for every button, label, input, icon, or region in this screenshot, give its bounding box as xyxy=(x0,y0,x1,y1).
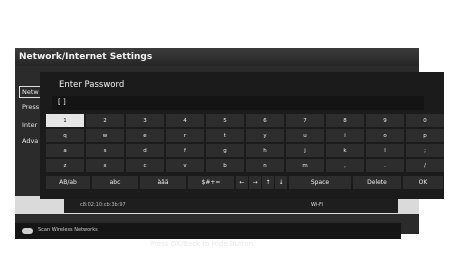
arrow-up-icon[interactable]: ↑ xyxy=(262,176,274,189)
dialog-title: Enter Password xyxy=(59,80,125,90)
key-0[interactable]: 0 xyxy=(406,114,444,127)
key-y[interactable]: y xyxy=(246,129,284,142)
key-g[interactable]: g xyxy=(206,144,244,157)
key-j[interactable]: j xyxy=(286,144,324,157)
menu-item-network[interactable]: Netw xyxy=(22,88,39,96)
hide-hint-text: Press OK/Back to Hide Button xyxy=(150,240,254,248)
mac-address: c8:02:10:cb:3b:97 xyxy=(80,202,126,208)
key-u[interactable]: u xyxy=(286,129,324,142)
key-6[interactable]: 6 xyxy=(246,114,284,127)
key-q[interactable]: q xyxy=(46,129,84,142)
key-c[interactable]: c xyxy=(126,159,164,172)
key-symbols[interactable]: $#+= xyxy=(188,176,234,189)
key-i[interactable]: i xyxy=(326,129,364,142)
key-n[interactable]: n xyxy=(246,159,284,172)
settings-title: Network/Internet Settings xyxy=(19,52,153,62)
key-m[interactable]: m xyxy=(286,159,324,172)
key-5[interactable]: 5 xyxy=(206,114,244,127)
key-2[interactable]: 2 xyxy=(86,114,124,127)
key-e[interactable]: e xyxy=(126,129,164,142)
key-ok[interactable]: OK xyxy=(403,176,443,189)
key-7[interactable]: 7 xyxy=(286,114,324,127)
scan-networks-label[interactable]: Scan Wireless Networks xyxy=(38,227,98,233)
key-l[interactable]: l xyxy=(366,144,404,157)
key-case-toggle[interactable]: AB/ab xyxy=(46,176,90,189)
key-abc[interactable]: abc xyxy=(92,176,138,189)
key-8[interactable]: 8 xyxy=(326,114,364,127)
key-v[interactable]: v xyxy=(166,159,204,172)
key-accents[interactable]: àâä xyxy=(140,176,186,189)
key-slash[interactable]: / xyxy=(406,159,444,172)
key-a[interactable]: a xyxy=(46,144,84,157)
key-1[interactable]: 1 xyxy=(46,114,84,127)
key-s[interactable]: s xyxy=(86,144,124,157)
network-type: Wi-Fi xyxy=(311,202,323,208)
key-b[interactable]: b xyxy=(206,159,244,172)
arrow-right-icon[interactable]: → xyxy=(249,176,261,189)
key-semicolon[interactable]: ; xyxy=(406,144,444,157)
password-input[interactable] xyxy=(52,96,424,110)
arrow-left-icon[interactable]: ← xyxy=(236,176,248,189)
key-period[interactable]: . xyxy=(366,159,404,172)
menu-item-advanced[interactable]: Adva xyxy=(22,137,38,145)
key-3[interactable]: 3 xyxy=(126,114,164,127)
key-4[interactable]: 4 xyxy=(166,114,204,127)
key-space[interactable]: Space xyxy=(289,176,351,189)
key-w[interactable]: w xyxy=(86,129,124,142)
menu-item-press[interactable]: Press xyxy=(22,103,39,111)
key-z[interactable]: z xyxy=(46,159,84,172)
key-r[interactable]: r xyxy=(166,129,204,142)
key-x[interactable]: x xyxy=(86,159,124,172)
key-h[interactable]: h xyxy=(246,144,284,157)
key-delete[interactable]: Delete xyxy=(353,176,401,189)
key-k[interactable]: k xyxy=(326,144,364,157)
key-d[interactable]: d xyxy=(126,144,164,157)
remote-button-icon xyxy=(22,228,33,234)
key-o[interactable]: o xyxy=(366,129,404,142)
menu-item-internet[interactable]: Inter xyxy=(22,121,37,129)
arrow-down-icon[interactable]: ↓ xyxy=(275,176,287,189)
key-f[interactable]: f xyxy=(166,144,204,157)
key-9[interactable]: 9 xyxy=(366,114,404,127)
key-comma[interactable]: , xyxy=(326,159,364,172)
password-value: [ ] xyxy=(58,98,66,106)
key-t[interactable]: t xyxy=(206,129,244,142)
key-p[interactable]: p xyxy=(406,129,444,142)
